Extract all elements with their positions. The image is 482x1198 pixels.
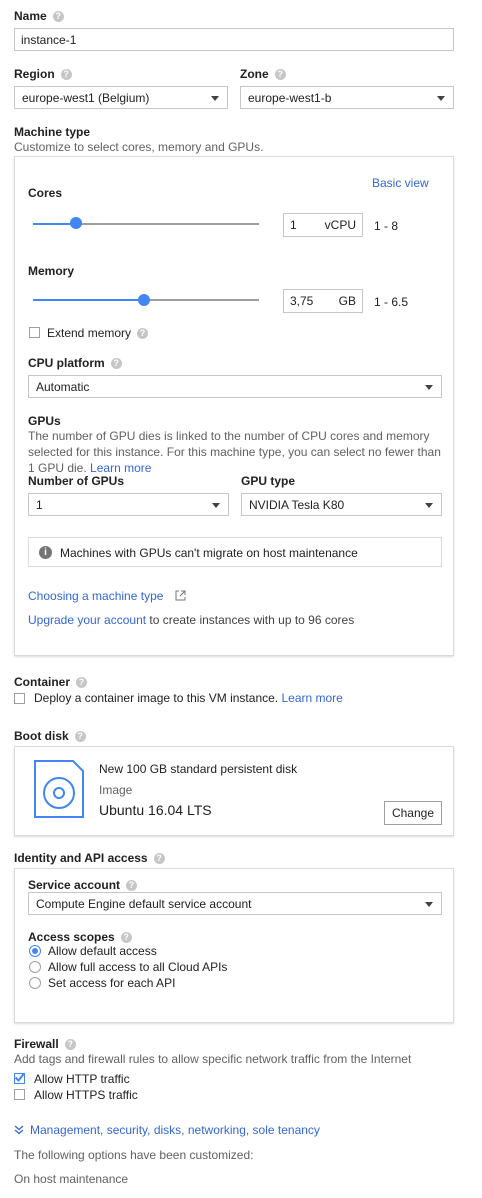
memory-input[interactable]: 3,75 GB (283, 289, 363, 313)
customized-text: The following options have been customiz… (14, 1148, 254, 1162)
http-label: Allow HTTP traffic (34, 1072, 130, 1086)
access-scopes-label: Access scopes? (28, 930, 132, 944)
choosing-machine-type-link[interactable]: Choosing a machine type (28, 589, 163, 603)
boot-disk-card: New 100 GB standard persistent disk Imag… (14, 746, 454, 836)
dropdown-arrow-icon (437, 96, 445, 101)
management-link[interactable]: Management, security, disks, networking,… (30, 1123, 320, 1137)
extend-memory-label: Extend memory? (47, 326, 149, 340)
gpus-label: GPUs (28, 414, 61, 428)
help-icon[interactable]: ? (153, 853, 165, 865)
container-learn-more-link[interactable]: Learn more (281, 691, 342, 705)
help-icon[interactable]: ? (60, 69, 72, 81)
help-icon[interactable]: ? (126, 880, 138, 892)
name-label: Name? (14, 9, 64, 23)
number-of-gpus-label: Number of GPUs (28, 474, 125, 488)
boot-disk-title: New 100 GB standard persistent disk (99, 762, 298, 776)
memory-label: Memory (28, 264, 75, 278)
zone-select[interactable]: europe-west1-b (240, 86, 454, 109)
cores-input[interactable]: 1 vCPU (283, 213, 363, 237)
cores-range: 1 - 8 (374, 219, 399, 233)
help-icon[interactable]: ? (52, 11, 64, 23)
scope-full-radio[interactable] (29, 961, 41, 973)
http-checkbox[interactable] (14, 1072, 25, 1084)
dropdown-arrow-icon (425, 503, 433, 508)
scope-default-label: Allow default access (48, 944, 157, 958)
name-input[interactable]: instance-1 (14, 28, 454, 51)
gpus-learn-more-link[interactable]: Learn more (90, 461, 151, 475)
dropdown-arrow-icon (212, 503, 220, 508)
https-checkbox[interactable] (14, 1089, 25, 1100)
help-icon[interactable]: ? (274, 69, 286, 81)
info-icon: i (39, 546, 52, 559)
gpus-description: The number of GPU dies is linked to the … (28, 429, 441, 475)
cores-slider-thumb[interactable] (70, 217, 82, 229)
boot-disk-label: Boot disk? (14, 729, 86, 743)
region-label: Region? (14, 67, 72, 81)
scope-default-radio[interactable] (29, 945, 41, 957)
machine-type-label: Machine type (14, 125, 91, 139)
machine-type-card: Basic view Cores 1 vCPU 1 - 8 Memory 3,7… (14, 156, 454, 656)
change-button[interactable]: Change (384, 801, 442, 825)
service-account-label: Service account? (28, 878, 138, 892)
identity-card: Service account? Compute Engine default … (14, 868, 454, 1023)
management-toggle[interactable]: Management, security, disks, networking,… (14, 1123, 320, 1137)
dropdown-arrow-icon (211, 96, 219, 101)
upgrade-row: Upgrade your account to create instances… (28, 613, 355, 627)
memory-range: 1 - 6.5 (374, 295, 409, 309)
help-icon[interactable]: ? (64, 1039, 76, 1051)
container-checkbox[interactable] (14, 693, 25, 704)
memory-slider-fill (33, 299, 145, 301)
https-label: Allow HTTPS traffic (34, 1088, 138, 1102)
help-icon[interactable]: ? (137, 328, 149, 340)
memory-unit: GB (338, 294, 356, 308)
scope-each-label: Set access for each API (48, 976, 176, 990)
help-icon[interactable]: ? (74, 731, 86, 743)
number-of-gpus-select[interactable]: 1 (28, 493, 229, 516)
double-chevron-down-icon (14, 1125, 24, 1135)
help-icon[interactable]: ? (120, 932, 132, 944)
cpu-platform-label: CPU platform? (28, 356, 122, 370)
gpu-maintenance-notice: i Machines with GPUs can't migrate on ho… (28, 537, 442, 567)
container-label: Container? (14, 675, 88, 689)
identity-label: Identity and API access? (14, 851, 165, 865)
container-checkbox-label: Deploy a container image to this VM inst… (34, 691, 343, 705)
region-select[interactable]: europe-west1 (Belgium) (14, 86, 228, 109)
zone-label: Zone? (240, 67, 286, 81)
external-link-icon[interactable] (175, 590, 186, 601)
firewall-label: Firewall? (14, 1037, 76, 1051)
cpu-platform-select[interactable]: Automatic (28, 375, 442, 398)
dropdown-arrow-icon (425, 902, 433, 907)
host-maintenance-text: On host maintenance (14, 1172, 129, 1186)
cores-label: Cores (28, 186, 63, 200)
scope-each-radio[interactable] (29, 977, 41, 989)
upgrade-account-link[interactable]: Upgrade your account (28, 613, 146, 627)
firewall-description: Add tags and firewall rules to allow spe… (14, 1052, 412, 1066)
disk-icon (34, 760, 84, 818)
extend-memory-checkbox[interactable] (29, 327, 40, 338)
memory-slider-thumb[interactable] (138, 294, 150, 306)
help-icon[interactable]: ? (110, 358, 122, 370)
gpu-type-select[interactable]: NVIDIA Tesla K80 (241, 493, 442, 516)
machine-type-description: Customize to select cores, memory and GP… (14, 140, 264, 154)
choosing-machine-type-row: Choosing a machine type (28, 589, 186, 603)
boot-disk-image-value: Ubuntu 16.04 LTS (99, 802, 212, 818)
basic-view-link[interactable]: Basic view (372, 176, 429, 190)
gpu-type-label: GPU type (241, 474, 296, 488)
cores-unit: vCPU (324, 218, 356, 232)
dropdown-arrow-icon (425, 385, 433, 390)
checkmark-icon (14, 1072, 25, 1083)
service-account-select[interactable]: Compute Engine default service account (28, 892, 442, 915)
help-icon[interactable]: ? (76, 677, 88, 689)
boot-disk-image-label: Image (99, 783, 133, 797)
scope-full-label: Allow full access to all Cloud APIs (48, 960, 228, 974)
